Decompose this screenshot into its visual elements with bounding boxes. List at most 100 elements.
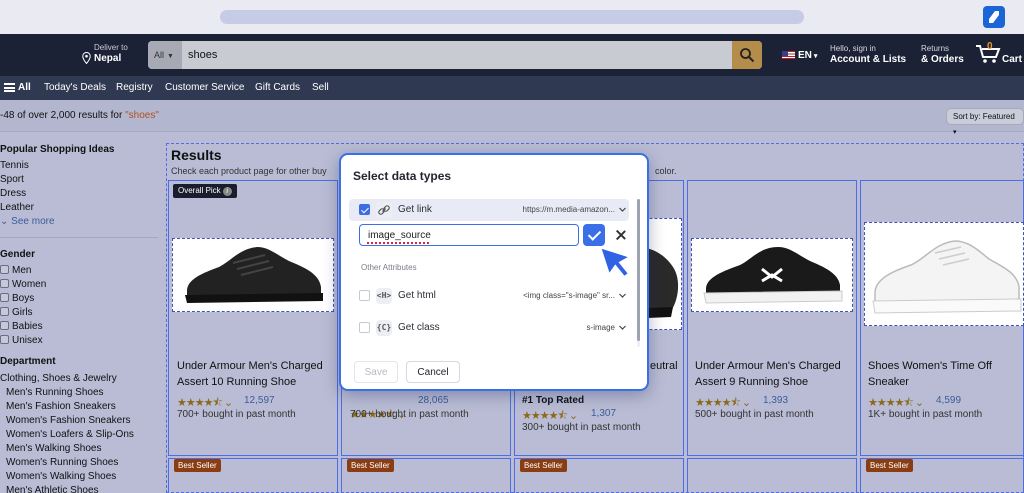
deliver-country: Nepal bbox=[94, 53, 122, 64]
product-name[interactable]: Shoes Women's Time Off bbox=[868, 358, 992, 374]
results-query: "shoes" bbox=[125, 110, 159, 121]
html-tag-icon: <H> bbox=[376, 288, 392, 304]
top-rated-label: #1 Top Rated bbox=[522, 395, 585, 406]
search-icon bbox=[740, 48, 755, 63]
department-item[interactable]: Men's Athletic Shoes bbox=[6, 485, 99, 493]
product-name[interactable]: eutral bbox=[650, 358, 678, 374]
gender-men[interactable]: Men bbox=[0, 265, 31, 276]
account-label: Account & Lists bbox=[830, 54, 907, 65]
address-bar[interactable] bbox=[220, 10, 804, 24]
get-link-row[interactable]: Get link https://m.media-amazon... bbox=[349, 199, 629, 221]
account-menu[interactable]: Hello, sign in Account & Lists bbox=[830, 43, 906, 65]
bought-count: 1K+ bought in past month bbox=[868, 409, 983, 420]
rating-count[interactable]: 1,393 bbox=[763, 395, 788, 406]
checkbox[interactable] bbox=[0, 293, 9, 302]
filter-tennis[interactable]: Tennis bbox=[0, 160, 29, 171]
best-seller-badge: Best Seller bbox=[174, 459, 221, 472]
department-item[interactable]: Men's Fashion Sneakers bbox=[6, 401, 116, 412]
get-link-checkbox[interactable] bbox=[359, 204, 370, 215]
gender-girls[interactable]: Girls bbox=[0, 307, 33, 318]
checkbox[interactable] bbox=[0, 279, 9, 288]
results-desc-left: Check each product page for other buy bbox=[171, 166, 327, 176]
overall-pick-badge: Overall Pick i bbox=[173, 184, 237, 198]
search-category-dropdown[interactable]: All ▼ bbox=[148, 41, 182, 69]
rating-count[interactable]: 28,065 bbox=[418, 395, 449, 406]
product-image[interactable] bbox=[691, 238, 853, 312]
checkbox[interactable] bbox=[0, 321, 9, 330]
nav-gift-cards[interactable]: Gift Cards bbox=[255, 82, 300, 93]
gender-babies[interactable]: Babies bbox=[0, 321, 43, 332]
product-name[interactable]: Sneaker bbox=[868, 374, 909, 390]
language-selector[interactable]: EN ▾ bbox=[782, 50, 817, 61]
chevron-down-icon[interactable] bbox=[618, 205, 627, 214]
department-item[interactable]: Women's Loafers & Slip-Ons bbox=[6, 429, 134, 440]
results-title: Results bbox=[171, 147, 222, 163]
hamburger-menu-icon[interactable] bbox=[4, 83, 15, 92]
see-more-link[interactable]: ⌄ See more bbox=[0, 216, 55, 227]
save-button[interactable]: Save bbox=[354, 361, 398, 383]
get-html-value: <img class="s-image" sr... bbox=[523, 291, 615, 300]
gender-unisex[interactable]: Unisex bbox=[0, 335, 43, 346]
department-item[interactable]: Women's Fashion Sneakers bbox=[6, 415, 131, 426]
rating-count[interactable]: 4,599 bbox=[936, 395, 961, 406]
nav-customer-service[interactable]: Customer Service bbox=[165, 82, 244, 93]
sort-dropdown[interactable]: Sort by: Featured ▾ bbox=[946, 108, 1024, 136]
product-card[interactable] bbox=[687, 458, 857, 493]
product-name[interactable]: Assert 9 Running Shoe bbox=[695, 374, 808, 390]
orders-line2: & Orders bbox=[921, 54, 964, 65]
popular-heading: Popular Shopping Ideas bbox=[0, 144, 115, 155]
filter-leather[interactable]: Leather bbox=[0, 202, 34, 213]
nav-all[interactable]: All bbox=[18, 82, 31, 93]
cancel-button[interactable]: Cancel bbox=[406, 361, 460, 383]
sort-label: Sort by: Featured bbox=[953, 112, 1015, 121]
deliver-to[interactable]: Deliver to Nepal bbox=[82, 42, 128, 64]
search-input[interactable]: shoes bbox=[188, 41, 217, 69]
checkbox[interactable] bbox=[0, 335, 9, 344]
checkbox[interactable] bbox=[0, 307, 9, 316]
department-item[interactable]: Men's Running Shoes bbox=[6, 387, 104, 398]
get-html-checkbox[interactable] bbox=[359, 290, 370, 301]
filter-dress[interactable]: Dress bbox=[0, 188, 26, 199]
info-icon[interactable]: i bbox=[222, 187, 232, 196]
gender-label: Babies bbox=[12, 321, 43, 332]
nav-todays-deals[interactable]: Today's Deals bbox=[44, 82, 106, 93]
department-item[interactable]: Women's Walking Shoes bbox=[6, 471, 116, 482]
chevron-down-icon[interactable] bbox=[618, 323, 627, 332]
get-class-row[interactable]: {C} Get class s-image bbox=[349, 317, 629, 339]
chevron-down-icon[interactable] bbox=[618, 291, 627, 300]
gender-label: Unisex bbox=[12, 335, 43, 346]
product-image[interactable] bbox=[172, 238, 334, 312]
get-class-value: s-image bbox=[586, 323, 615, 332]
black-running-shoe-image bbox=[185, 247, 323, 303]
get-class-label: Get class bbox=[398, 322, 440, 333]
gender-boys[interactable]: Boys bbox=[0, 293, 34, 304]
white-sneaker-image bbox=[872, 240, 1022, 314]
filter-sport[interactable]: Sport bbox=[0, 174, 24, 185]
bought-count: 300+ bought in past month bbox=[522, 422, 641, 433]
department-top[interactable]: Clothing, Shoes & Jewelry bbox=[0, 373, 117, 384]
product-name[interactable]: Under Armour Men's Charged bbox=[177, 358, 323, 374]
product-name[interactable]: Assert 10 Running Shoe bbox=[177, 374, 296, 390]
rating-count[interactable]: 1,307 bbox=[591, 408, 616, 419]
nav-sell[interactable]: Sell bbox=[312, 82, 329, 93]
department-item[interactable]: Women's Running Shoes bbox=[6, 457, 118, 468]
get-html-row[interactable]: <H> Get html <img class="s-image" sr... bbox=[349, 285, 629, 307]
site-header: Deliver to Nepal All ▼ shoes EN ▾ Hello, … bbox=[0, 34, 1024, 76]
extension-logo-icon[interactable] bbox=[983, 6, 1005, 28]
rating-count[interactable]: 12,597 bbox=[244, 395, 275, 406]
link-icon bbox=[376, 202, 392, 218]
under-armour-shoe-image bbox=[703, 247, 843, 304]
nav-registry[interactable]: Registry bbox=[116, 82, 153, 93]
scrollbar-thumb[interactable] bbox=[637, 199, 640, 341]
search-button[interactable] bbox=[732, 41, 762, 69]
cart-button[interactable]: 0 Cart bbox=[975, 41, 1022, 67]
divider bbox=[0, 237, 158, 238]
get-class-checkbox[interactable] bbox=[359, 322, 370, 333]
product-name[interactable]: Under Armour Men's Charged bbox=[695, 358, 841, 374]
orders-link[interactable]: Returns & Orders bbox=[921, 43, 964, 65]
gender-women[interactable]: Women bbox=[0, 279, 46, 290]
product-image[interactable] bbox=[864, 222, 1024, 326]
best-seller-badge: Best Seller bbox=[347, 459, 394, 472]
department-item[interactable]: Men's Walking Shoes bbox=[6, 443, 101, 454]
checkbox[interactable] bbox=[0, 265, 9, 274]
